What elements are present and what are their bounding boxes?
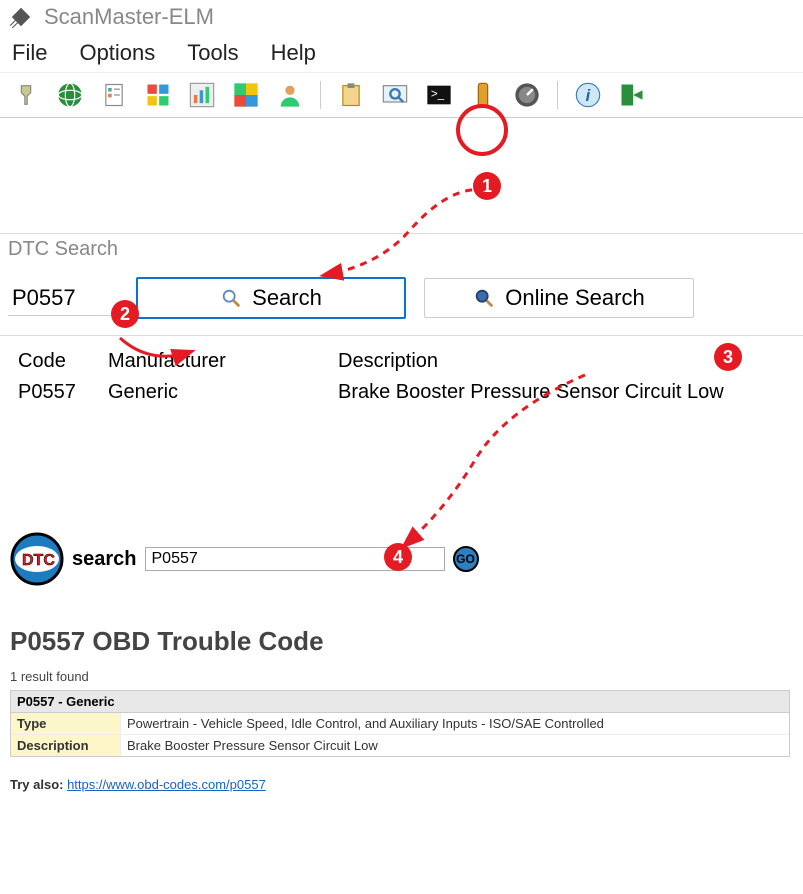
- globe-icon[interactable]: [54, 79, 86, 111]
- dtc-code-input[interactable]: [8, 281, 118, 316]
- menu-help[interactable]: Help: [271, 40, 316, 66]
- search-button-label: Search: [252, 285, 322, 311]
- title-bar: ScanMaster-ELM: [0, 0, 803, 34]
- web-result-box: P0557 - Generic Type Powertrain - Vehicl…: [10, 690, 790, 757]
- menu-file[interactable]: File: [12, 40, 47, 66]
- menu-options[interactable]: Options: [79, 40, 155, 66]
- gauge-icon[interactable]: [511, 79, 543, 111]
- document-icon[interactable]: [98, 79, 130, 111]
- toolbar: >_ i: [0, 73, 803, 118]
- window-title: ScanMaster-ELM: [44, 4, 214, 30]
- chart-icon[interactable]: [186, 79, 218, 111]
- magnifier-globe-icon: [473, 287, 495, 309]
- toolbar-separator: [320, 81, 321, 109]
- online-search-button[interactable]: Online Search: [424, 278, 694, 318]
- col-header-manufacturer: Manufacturer: [108, 350, 338, 373]
- svg-text:DTC: DTC: [22, 552, 55, 569]
- web-box-type-label: Type: [11, 713, 121, 734]
- web-box-type-value: Powertrain - Vehicle Speed, Idle Control…: [121, 713, 610, 734]
- try-also-link[interactable]: https://www.obd-codes.com/p0557: [67, 777, 266, 792]
- online-search-button-label: Online Search: [505, 285, 644, 311]
- svg-text:i: i: [586, 87, 591, 105]
- grid-icon[interactable]: [142, 79, 174, 111]
- try-also-prefix: Try also:: [10, 777, 67, 792]
- table-row[interactable]: P0557 Generic Brake Booster Pressure Sen…: [8, 377, 795, 408]
- dtc-search-icon[interactable]: [379, 79, 411, 111]
- clipboard-icon[interactable]: [335, 79, 367, 111]
- search-button[interactable]: Search: [136, 277, 406, 319]
- web-search-input[interactable]: [145, 547, 445, 571]
- connector-icon[interactable]: [10, 79, 42, 111]
- cell-manufacturer: Generic: [108, 381, 338, 404]
- dtc-logo-icon: DTC: [10, 532, 64, 586]
- col-header-description: Description: [338, 350, 795, 373]
- web-box-desc-value: Brake Booster Pressure Sensor Circuit Lo…: [121, 735, 384, 756]
- try-also-line: Try also: https://www.obd-codes.com/p055…: [10, 777, 793, 792]
- exit-icon[interactable]: [616, 79, 648, 111]
- menu-tools[interactable]: Tools: [187, 40, 238, 66]
- info-icon[interactable]: i: [572, 79, 604, 111]
- flag-icon[interactable]: [230, 79, 262, 111]
- dtc-logo-text: search: [72, 548, 137, 571]
- web-box-desc-label: Description: [11, 735, 121, 756]
- toolbar-separator: [557, 81, 558, 109]
- web-result-section: DTC search GO P0557 OBD Trouble Code 1 r…: [0, 532, 803, 812]
- web-box-header: P0557 - Generic: [11, 691, 789, 713]
- terminal-icon[interactable]: >_: [423, 79, 455, 111]
- chip-icon: [8, 4, 34, 30]
- col-header-code: Code: [8, 350, 108, 373]
- web-result-count: 1 result found: [10, 669, 793, 684]
- dtc-panel-title: DTC Search: [0, 234, 803, 261]
- user-icon[interactable]: [274, 79, 306, 111]
- dtc-search-panel: DTC Search Search Online Search Code Man…: [0, 233, 803, 432]
- menu-bar: File Options Tools Help: [0, 34, 803, 73]
- device-icon[interactable]: [467, 79, 499, 111]
- web-result-heading: P0557 OBD Trouble Code: [10, 626, 793, 657]
- svg-text:>_: >_: [431, 87, 445, 100]
- go-button[interactable]: GO: [453, 546, 479, 572]
- magnifier-icon: [220, 287, 242, 309]
- cell-code: P0557: [8, 381, 108, 404]
- results-table: Code Manufacturer Description P0557 Gene…: [0, 335, 803, 432]
- cell-description: Brake Booster Pressure Sensor Circuit Lo…: [338, 381, 795, 404]
- annotation-badge-1: 1: [473, 172, 501, 200]
